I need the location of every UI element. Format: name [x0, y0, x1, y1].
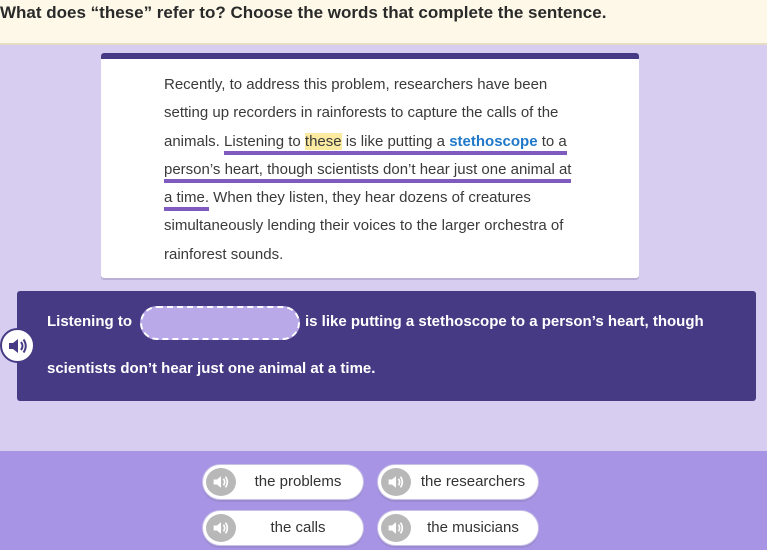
- question-bar: What does “these” refer to? Choose the w…: [0, 0, 767, 45]
- passage-line: rainforest sounds.: [164, 241, 619, 269]
- passage-text: Recently, to address this problem, resea…: [164, 71, 619, 269]
- passage-card: Recently, to address this problem, resea…: [101, 53, 639, 278]
- choice-label: the problems: [254, 473, 342, 490]
- answer-blank-slot[interactable]: [140, 306, 300, 340]
- sentence-after: is like putting a stethoscope to a perso…: [305, 313, 704, 330]
- choice-label: the musicians: [427, 519, 519, 536]
- underlined-sentence-part: Listening to these is like putting a ste…: [224, 132, 567, 155]
- highlighted-word-these: these: [304, 132, 342, 150]
- speaker-icon[interactable]: [381, 514, 411, 542]
- read-aloud-button[interactable]: [0, 328, 35, 363]
- choice-label: the researchers: [420, 473, 526, 490]
- sentence-before: Listening to: [47, 313, 132, 330]
- vocab-word-stethoscope[interactable]: stethoscope: [449, 133, 537, 150]
- choice-the-problems[interactable]: the problems: [202, 464, 364, 500]
- passage-line-text: Recently, to address this problem, resea…: [164, 76, 548, 93]
- passage-line: Recently, to address this problem, resea…: [164, 71, 619, 99]
- passage-line-text: When they listen, they hear dozens of cr…: [209, 189, 531, 207]
- passage-line-text: setting up recorders in rainforests to c…: [164, 104, 559, 122]
- passage-line-text: Listening to: [224, 132, 305, 150]
- passage-line-text: animals.: [164, 132, 225, 150]
- passage-line-text: is like putting a: [341, 132, 450, 150]
- passage-line: person’s heart, though scientists don’t …: [164, 156, 619, 184]
- speaker-icon[interactable]: [206, 514, 236, 542]
- passage-line: simultaneously lending their voices to t…: [164, 212, 619, 240]
- sentence-line2: scientists don’t hear just one animal at…: [47, 360, 376, 377]
- passage-line-text: to a: [537, 132, 567, 150]
- passage-line: setting up recorders in rainforests to c…: [164, 99, 619, 127]
- speaker-icon[interactable]: [381, 468, 411, 496]
- speaker-icon: [9, 338, 27, 354]
- choice-the-calls[interactable]: the calls: [202, 510, 364, 546]
- underlined-sentence-part: person’s heart, though scientists don’t …: [164, 160, 572, 183]
- choice-the-researchers[interactable]: the researchers: [377, 464, 539, 500]
- speaker-icon[interactable]: [206, 468, 236, 496]
- choice-label: the calls: [270, 519, 326, 536]
- sentence-panel: Listening to is like putting a stethosco…: [17, 291, 756, 401]
- passage-line: a time. When they listen, they hear doze…: [164, 184, 619, 212]
- choice-the-musicians[interactable]: the musicians: [377, 510, 539, 546]
- passage-line-text: simultaneously lending their voices to t…: [164, 217, 564, 235]
- underlined-sentence-part: a time.: [164, 189, 210, 212]
- passage-line: animals. Listening to these is like putt…: [164, 128, 619, 156]
- question-text: What does “these” refer to? Choose the w…: [0, 3, 607, 22]
- passage-line-text: rainforest sounds.: [164, 245, 284, 263]
